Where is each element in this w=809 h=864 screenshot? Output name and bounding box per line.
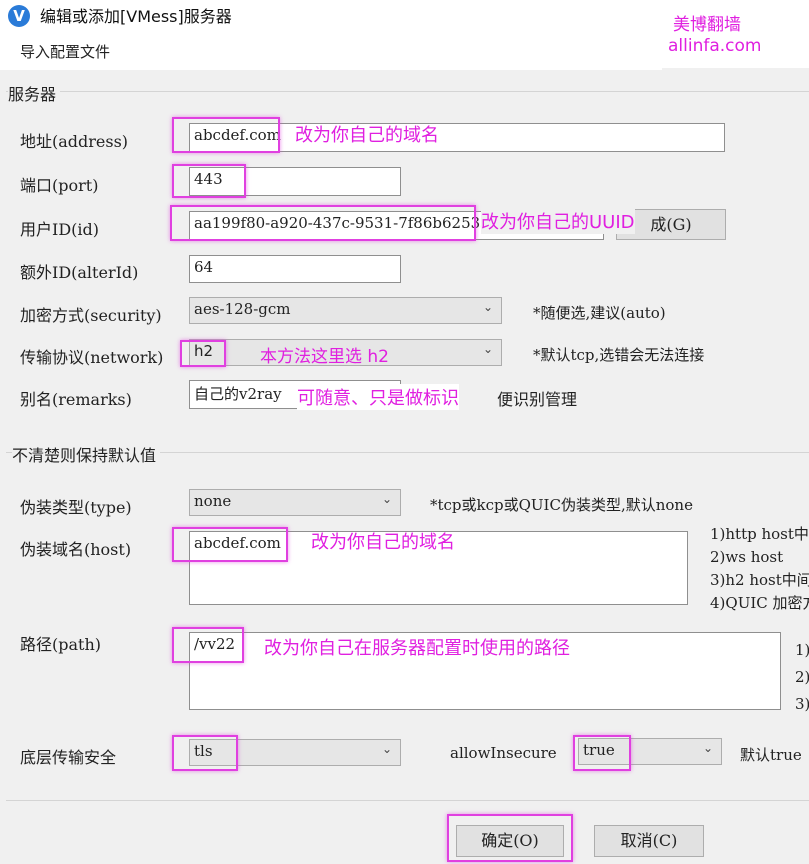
- path-note: 1): [795, 641, 809, 659]
- annotation-path: 改为你自己在服务器配置时使用的路径: [264, 638, 570, 659]
- annotation-box-network: [180, 340, 226, 367]
- port-label: 端口(port): [20, 176, 99, 195]
- annotation-box-user-id: [170, 205, 476, 241]
- type-select-value: none: [194, 492, 232, 510]
- advanced-group-title: 不清楚则保持默认值: [12, 442, 161, 466]
- security-label: 加密方式(security): [20, 306, 162, 325]
- v2rayn-app-icon: V: [8, 5, 30, 27]
- path-label: 路径(path): [20, 635, 102, 654]
- annotation-box-ok: [447, 814, 573, 862]
- host-note: 2)ws host: [710, 548, 784, 566]
- menu-import-config[interactable]: 导入配置文件: [20, 41, 110, 62]
- chevron-down-icon: ⌄: [381, 742, 392, 756]
- host-note: 1)http host中间: [710, 525, 809, 543]
- host-note: 3)h2 host中间: [710, 571, 809, 589]
- annotation-network: 本方法这里选 h2: [260, 347, 389, 367]
- network-label: 传输协议(network): [20, 348, 164, 367]
- remarks-hint: 便识别管理: [497, 390, 578, 409]
- path-note: 3): [795, 695, 809, 713]
- host-note: 4)QUIC 加密方: [710, 594, 809, 612]
- host-notes: 1)http host中间 2)ws host 3)h2 host中间 4)QU…: [710, 523, 809, 615]
- annotation-host: 改为你自己的域名: [311, 532, 455, 553]
- server-group-title: 服务器: [8, 81, 61, 105]
- type-label: 伪装类型(type): [20, 498, 132, 517]
- path-note: 2): [795, 668, 809, 686]
- annotation-box-host: [172, 527, 288, 562]
- host-label: 伪装域名(host): [20, 540, 132, 559]
- type-hint: *tcp或kcp或QUIC伪装类型,默认none: [430, 496, 693, 514]
- window-title: 编辑或添加[VMess]服务器: [40, 7, 232, 26]
- annotation-box-stream-security: [172, 735, 238, 771]
- chevron-down-icon: ⌄: [482, 342, 493, 356]
- chevron-down-icon: ⌄: [702, 741, 713, 755]
- annotation-box-allow-insecure: [573, 735, 631, 771]
- annotation-box-port: [172, 164, 246, 198]
- security-select[interactable]: aes-128-gcm ⌄: [189, 297, 502, 324]
- watermark-site: allinfa.com: [668, 36, 762, 56]
- path-notes: 1) 2) 3): [795, 637, 809, 718]
- security-hint: *随便选,建议(auto): [533, 304, 666, 322]
- remarks-label: 别名(remarks): [20, 390, 132, 409]
- chevron-down-icon: ⌄: [482, 300, 493, 314]
- alter-id-label: 额外ID(alterId): [20, 263, 139, 282]
- cancel-button[interactable]: 取消(C): [594, 825, 704, 857]
- address-label: 地址(address): [20, 132, 129, 151]
- annotation-address: 改为你自己的域名: [295, 125, 439, 146]
- annotation-remarks: 可随意、只是做标识: [297, 384, 459, 410]
- type-select[interactable]: none ⌄: [189, 489, 401, 516]
- annotation-user-id: 改为你自己的UUID: [481, 208, 635, 234]
- chevron-down-icon: ⌄: [381, 492, 392, 506]
- allow-insecure-label: allowInsecure: [450, 744, 557, 762]
- server-group-border: [6, 91, 809, 92]
- watermark-title: 美博翻墙: [673, 15, 741, 35]
- stream-security-label: 底层传输安全: [20, 748, 117, 767]
- footer-separator: [6, 800, 809, 801]
- annotation-box-address: [172, 117, 280, 153]
- security-select-value: aes-128-gcm: [194, 300, 291, 318]
- allow-insecure-hint: 默认true: [740, 746, 802, 764]
- user-id-label: 用户ID(id): [20, 220, 99, 239]
- annotation-box-path: [172, 627, 244, 663]
- alter-id-input[interactable]: 64: [189, 255, 401, 283]
- network-hint: *默认tcp,选错会无法连接: [533, 346, 705, 364]
